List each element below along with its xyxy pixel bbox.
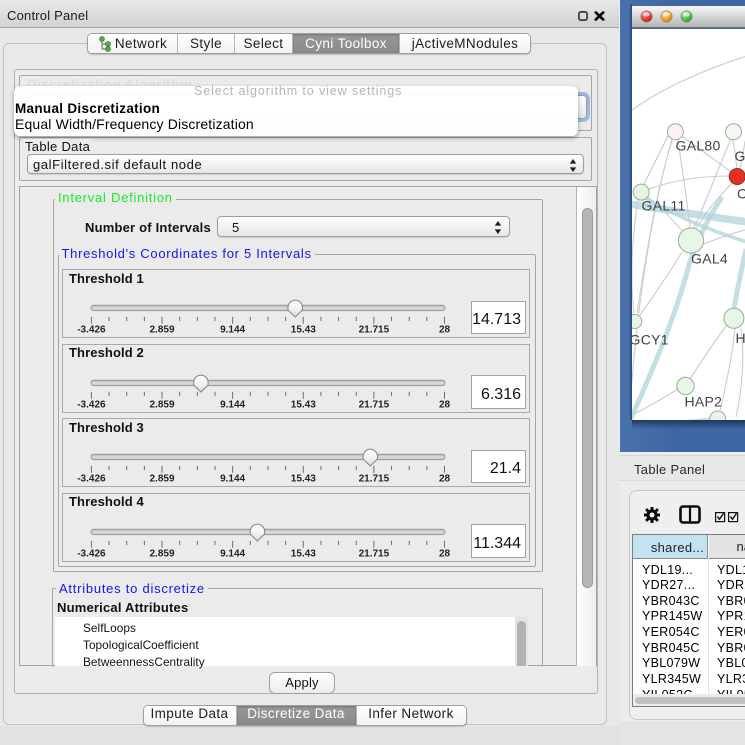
svg-text:HAP2: HAP2 [685,394,723,410]
svg-text:21.715: 21.715 [359,474,390,485]
svg-text:28: 28 [439,474,451,485]
svg-text:-3.426: -3.426 [77,325,106,336]
svg-text:28: 28 [439,399,451,410]
svg-text:G...: G... [735,148,745,164]
svg-text:2.859: 2.859 [149,325,174,336]
svg-text:-3.426: -3.426 [77,474,106,485]
svg-text:2.859: 2.859 [149,548,174,559]
svg-text:15.43: 15.43 [291,399,316,410]
svg-text:21.715: 21.715 [359,399,390,410]
svg-text:C: C [737,186,745,202]
svg-text:-3.426: -3.426 [77,548,106,559]
svg-text:9.144: 9.144 [220,325,245,336]
svg-text:9.144: 9.144 [220,474,245,485]
svg-text:21.715: 21.715 [359,548,390,559]
svg-text:28: 28 [439,548,451,559]
svg-text:15.43: 15.43 [291,325,316,336]
svg-text:9.144: 9.144 [220,548,245,559]
svg-text:-3.426: -3.426 [77,399,106,410]
svg-text:9.144: 9.144 [220,399,245,410]
svg-text:2.859: 2.859 [149,399,174,410]
svg-text:15.43: 15.43 [291,548,316,559]
svg-text:GAL80: GAL80 [676,138,721,154]
svg-text:GAL4: GAL4 [691,251,728,267]
svg-text:H: H [736,330,745,346]
svg-text:GCY1: GCY1 [632,332,669,348]
svg-text:21.715: 21.715 [359,325,390,336]
svg-text:2.859: 2.859 [149,474,174,485]
svg-text:GAL11: GAL11 [642,198,686,214]
svg-text:28: 28 [439,325,451,336]
svg-text:15.43: 15.43 [291,474,316,485]
